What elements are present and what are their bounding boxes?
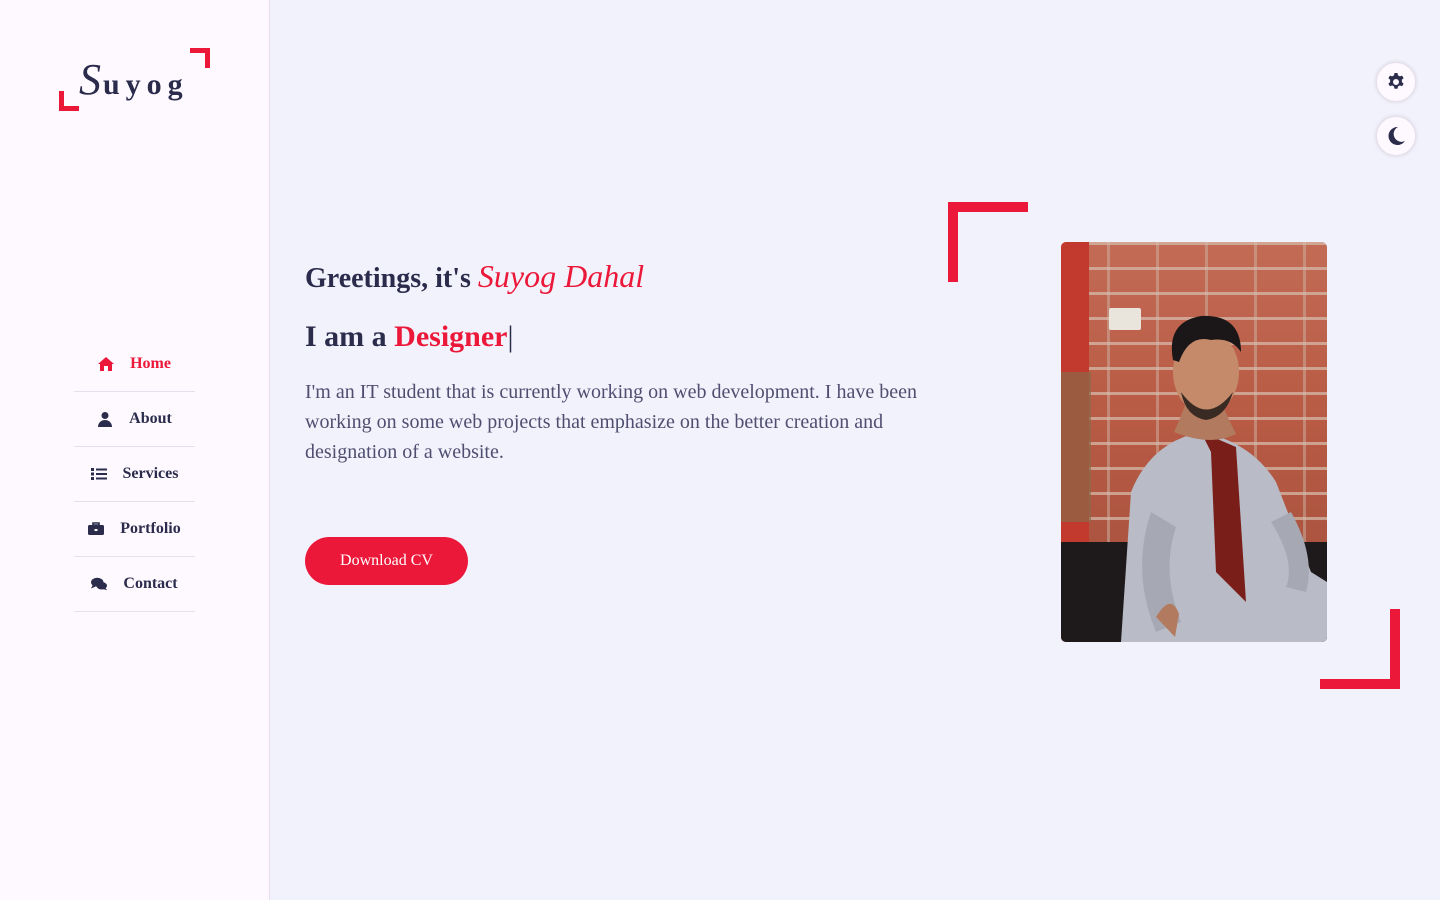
nav-item-label: About xyxy=(129,410,172,427)
briefcase-icon xyxy=(88,522,105,535)
typing-cursor: | xyxy=(507,320,514,353)
nav-item-services[interactable]: Services xyxy=(74,447,195,502)
nav-item-home[interactable]: Home xyxy=(74,337,195,392)
download-cv-button[interactable]: Download CV xyxy=(305,537,468,585)
logo[interactable]: Suyog xyxy=(59,48,210,111)
comments-icon xyxy=(91,577,108,591)
photo-frame-bottom-right xyxy=(1320,609,1400,689)
logo-text: Suyog xyxy=(79,55,189,104)
greeting: Greetings, it's Suyog Dahal xyxy=(305,258,645,294)
main-nav: Home About Services Portfolio Contact xyxy=(74,337,195,612)
nav-item-contact[interactable]: Contact xyxy=(74,557,195,612)
nav-item-about[interactable]: About xyxy=(74,392,195,447)
gear-icon xyxy=(1388,73,1404,89)
user-icon xyxy=(98,412,113,427)
bio-text: I'm an IT student that is currently work… xyxy=(305,381,917,463)
theme-toggle-button[interactable] xyxy=(1376,116,1416,156)
nav-item-portfolio[interactable]: Portfolio xyxy=(74,502,195,557)
moon-icon xyxy=(1388,126,1405,145)
list-icon xyxy=(90,468,107,480)
nav-item-label: Services xyxy=(122,465,179,482)
typed-role: Designer xyxy=(394,320,508,353)
logo-corner-bottom-left xyxy=(59,91,79,111)
profile-photo xyxy=(1061,242,1327,642)
sidebar: Suyog Home About Services Portfolio Cont… xyxy=(0,0,270,900)
nav-item-label: Contact xyxy=(123,575,178,592)
hero-name: Suyog Dahal xyxy=(477,258,645,294)
role-heading: I am a Designer| xyxy=(305,320,514,353)
nav-item-label: Home xyxy=(130,355,171,372)
person-illustration xyxy=(1061,242,1327,642)
photo-frame-top-left xyxy=(948,202,1028,282)
logo-corner-top-right xyxy=(190,48,210,68)
nav-item-label: Portfolio xyxy=(120,520,181,537)
settings-button[interactable] xyxy=(1376,62,1416,102)
home-icon xyxy=(98,357,115,371)
